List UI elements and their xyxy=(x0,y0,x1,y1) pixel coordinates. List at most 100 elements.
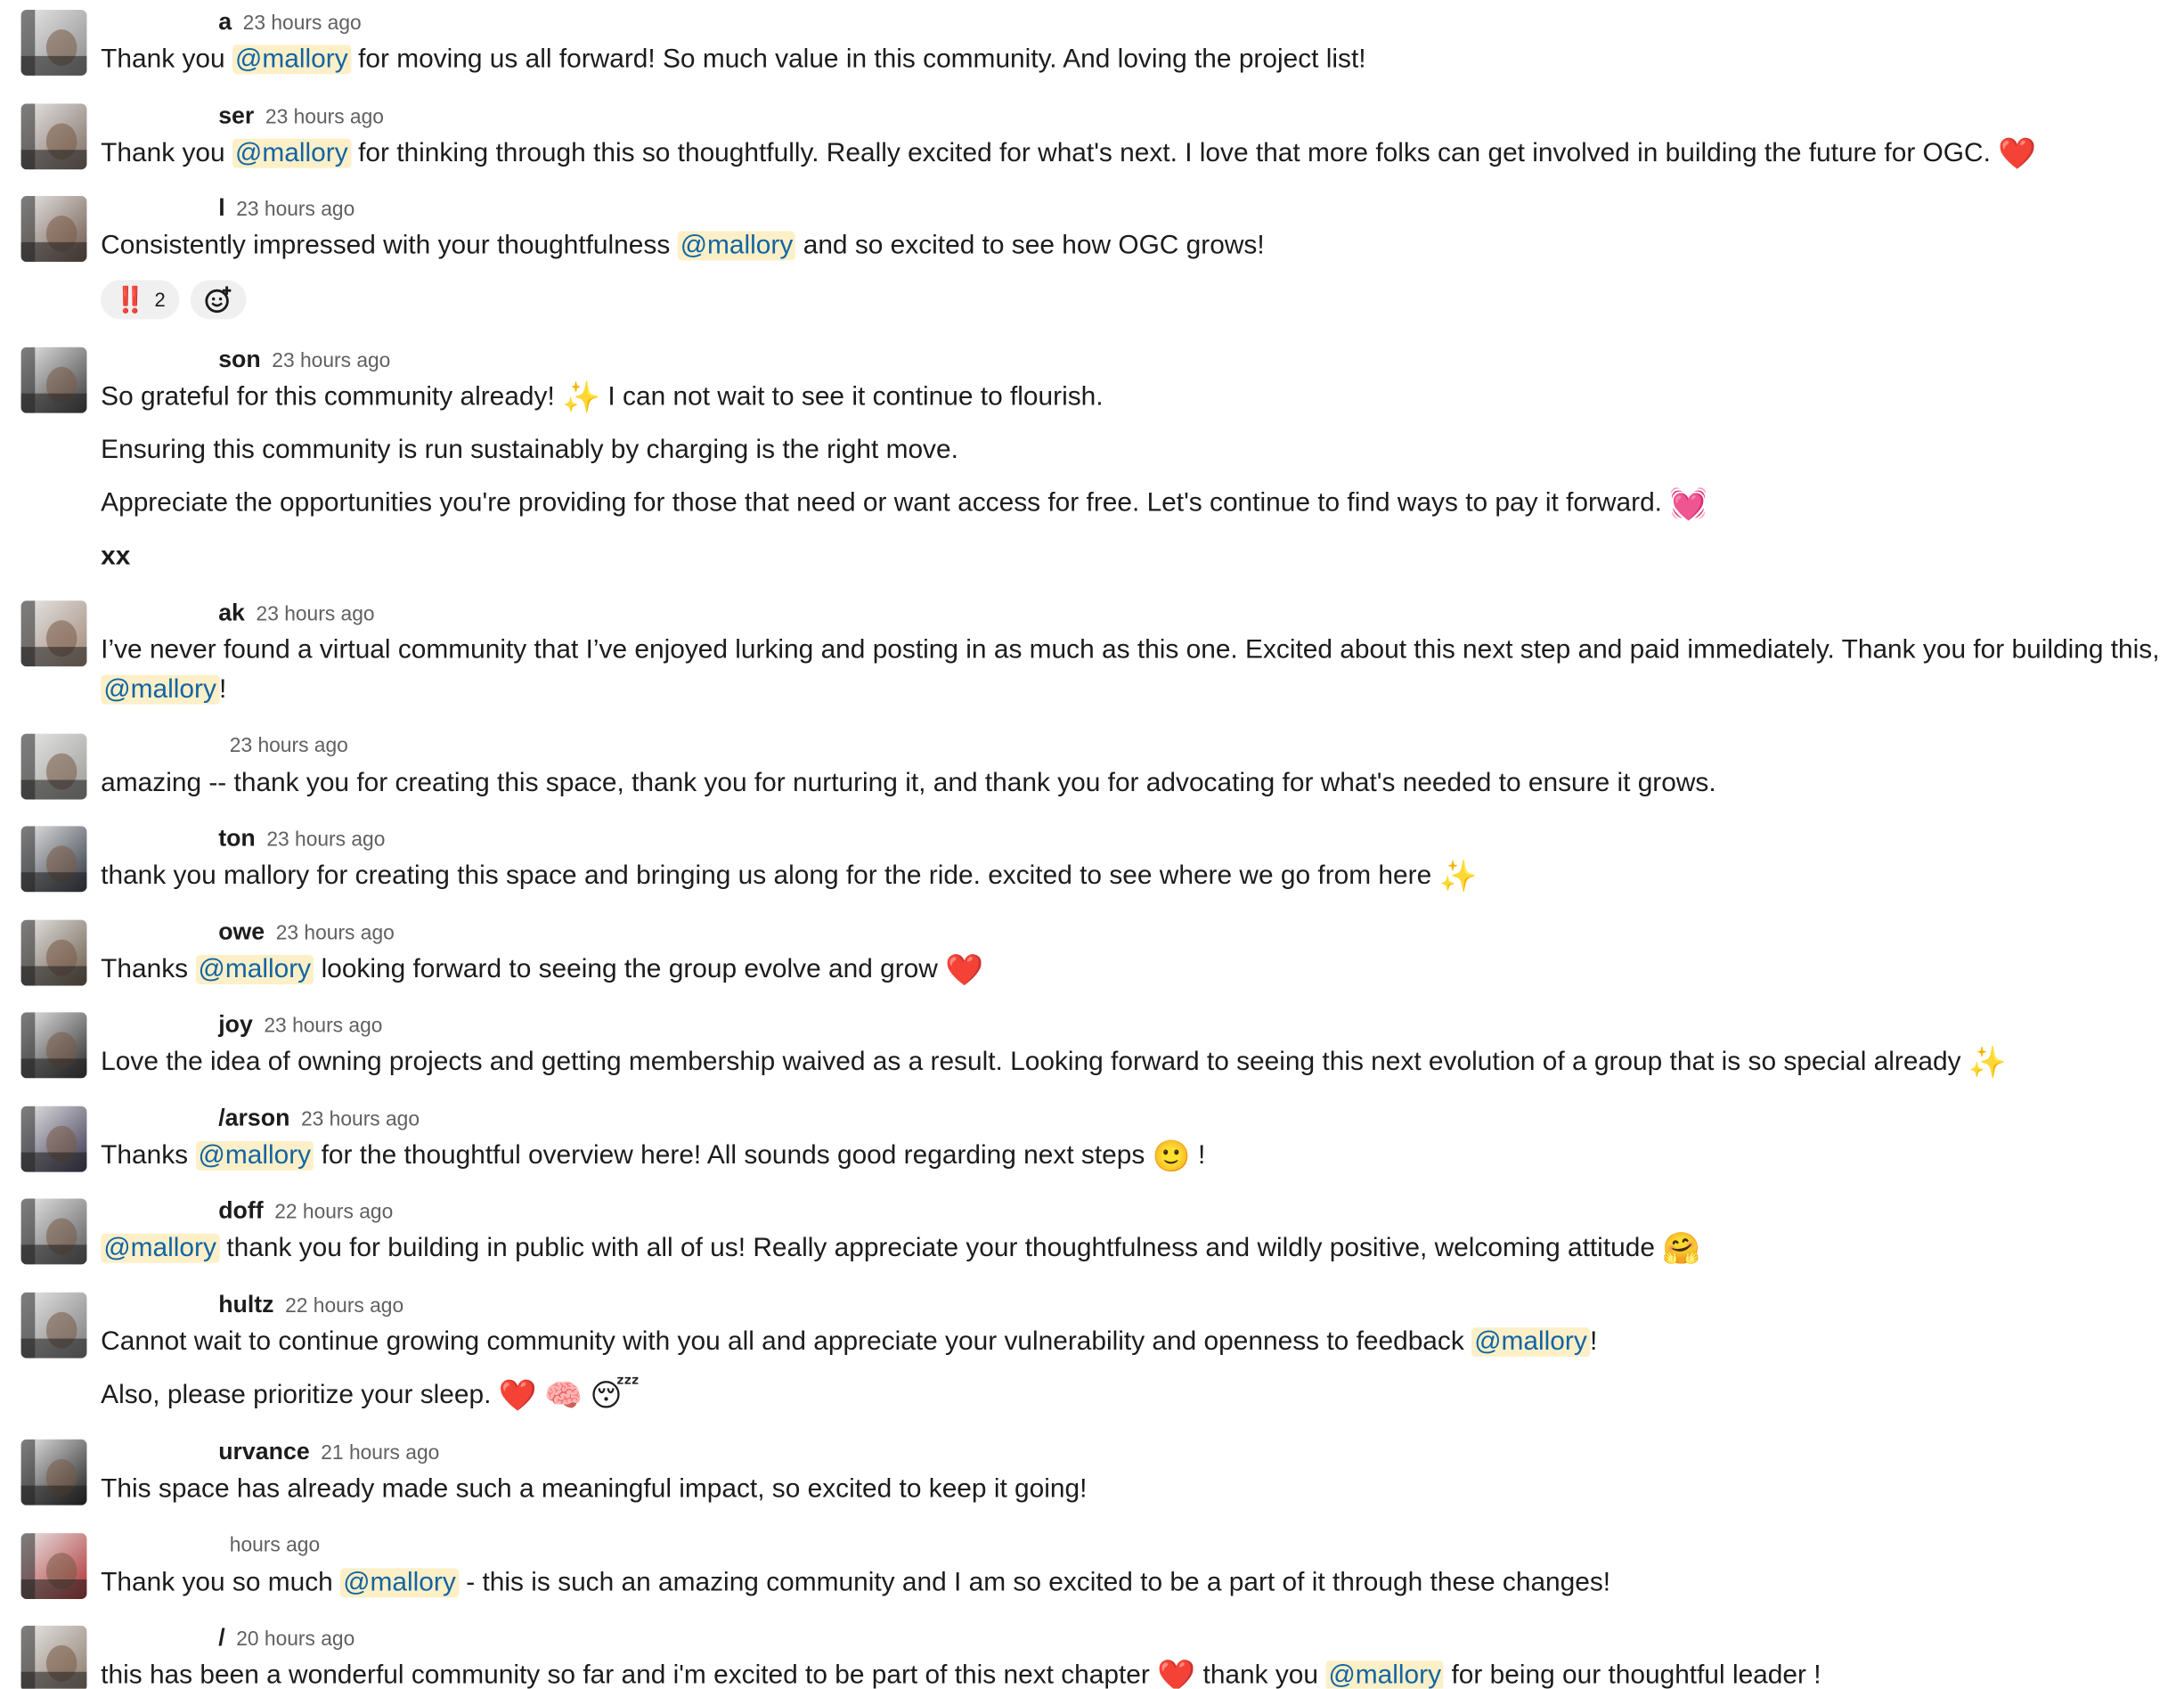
text-segment: Ensuring this community is run sustainab… xyxy=(101,435,958,465)
author-name[interactable]: urvance xyxy=(218,1434,309,1471)
message[interactable]: joy 23 hours ago Love the idea of owning p… xyxy=(0,1007,2184,1082)
author-name[interactable]: son xyxy=(218,342,261,379)
user-mention[interactable]: @mallory xyxy=(1325,1660,1445,1689)
author-name[interactable]: joy xyxy=(218,1007,253,1043)
heart-emoji: ❤️ xyxy=(498,1377,537,1413)
user-mention[interactable]: @mallory xyxy=(195,954,314,984)
message[interactable]: / 20 hours ago this has been a wonderful c… xyxy=(0,1620,2184,1689)
timestamp[interactable]: 23 hours ago xyxy=(265,100,384,136)
message[interactable]: ton 23 hours ago thank you mallory for cre… xyxy=(0,820,2184,896)
timestamp[interactable]: 23 hours ago xyxy=(266,822,385,859)
sleeping-face-emoji: 😴 xyxy=(590,1377,640,1413)
message[interactable]: /arson 23 hours ago Thanks @mallory for th… xyxy=(0,1100,2184,1176)
avatar[interactable] xyxy=(20,347,87,413)
text-segment: for being our thoughtful leader ! xyxy=(1444,1660,1821,1689)
user-mention[interactable]: @mallory xyxy=(101,674,220,705)
avatar[interactable] xyxy=(20,1625,87,1689)
avatar[interactable] xyxy=(20,196,87,262)
avatar[interactable] xyxy=(20,1106,87,1172)
message-header: doff 22 hours ago xyxy=(101,1193,2170,1229)
message-header: owe 23 hours ago xyxy=(101,914,2170,951)
avatar[interactable] xyxy=(20,733,87,800)
timestamp[interactable]: 23 hours ago xyxy=(230,728,348,764)
message[interactable]: hours ago Thank you so much @mallory - th… xyxy=(0,1528,2184,1603)
message-header: urvance 21 hours ago xyxy=(101,1434,2170,1471)
message[interactable]: doff 22 hours ago @mallory thank you for b… xyxy=(0,1193,2184,1269)
user-mention[interactable]: @mallory xyxy=(677,231,796,261)
avatar[interactable] xyxy=(20,1292,87,1359)
avatar-shade xyxy=(20,647,87,667)
user-mention[interactable]: @mallory xyxy=(195,1141,314,1171)
reaction-count: 2 xyxy=(154,288,166,311)
message-text: Ensuring this community is run sustainab… xyxy=(101,431,2170,470)
message[interactable]: 23 hours ago amazing -- thank you for cre… xyxy=(0,728,2184,804)
user-mention[interactable]: @mallory xyxy=(232,45,351,75)
text-segment: I can not wait to see it continue to flo… xyxy=(600,382,1104,412)
avatar[interactable] xyxy=(20,10,87,76)
message-header: ser 23 hours ago xyxy=(101,98,2170,135)
author-name[interactable]: /arson xyxy=(218,1100,289,1137)
timestamp[interactable]: hours ago xyxy=(230,1528,320,1564)
text-segment: and so excited to see how OGC grows! xyxy=(795,231,1265,261)
text-segment xyxy=(583,1381,590,1410)
message[interactable]: urvance 21 hours ago This space has alread… xyxy=(0,1434,2184,1510)
timestamp[interactable]: 22 hours ago xyxy=(274,1195,393,1231)
timestamp[interactable]: 23 hours ago xyxy=(243,5,362,42)
avatar[interactable] xyxy=(20,826,87,893)
avatar[interactable] xyxy=(20,1198,87,1265)
avatar[interactable] xyxy=(20,1533,87,1599)
timestamp[interactable]: 21 hours ago xyxy=(321,1435,439,1472)
timestamp[interactable]: 23 hours ago xyxy=(301,1102,420,1138)
timestamp[interactable]: 23 hours ago xyxy=(236,192,354,228)
brain-emoji: 🧠 xyxy=(544,1377,583,1413)
message[interactable]: l 23 hours ago Consistently impressed with… xyxy=(0,191,2184,322)
message[interactable]: ak 23 hours ago I’ve never found a virtual… xyxy=(0,595,2184,710)
author-name[interactable]: ak xyxy=(218,595,245,632)
slightly-smiling-emoji: 🙂 xyxy=(1152,1138,1191,1174)
author-name[interactable]: l xyxy=(218,191,224,227)
reaction-pill[interactable]: ‼️ 2 xyxy=(101,280,180,320)
message-header: ak 23 hours ago xyxy=(101,595,2170,632)
message[interactable]: hultz 22 hours ago Cannot wait to continue… xyxy=(0,1286,2184,1416)
timestamp[interactable]: 23 hours ago xyxy=(272,343,390,379)
timestamp[interactable]: 22 hours ago xyxy=(285,1288,403,1325)
message-text: xx xyxy=(101,538,2170,577)
heart-emoji: ❤️ xyxy=(1157,1658,1196,1689)
author-name[interactable]: ser xyxy=(218,98,254,135)
message-header: hours ago xyxy=(101,1528,2170,1564)
user-mention[interactable]: @mallory xyxy=(1471,1327,1590,1357)
text-segment: Consistently impressed with your thought… xyxy=(101,231,678,261)
timestamp[interactable]: 23 hours ago xyxy=(276,916,395,952)
user-mention[interactable]: @mallory xyxy=(232,138,351,168)
user-mention[interactable]: @mallory xyxy=(340,1568,459,1597)
text-segment: Thank you xyxy=(101,45,232,75)
author-name[interactable]: / xyxy=(218,1620,224,1657)
avatar[interactable] xyxy=(20,600,87,667)
author-name[interactable]: owe xyxy=(218,914,265,951)
text-segment: Thank you so much xyxy=(101,1568,341,1598)
sparkles-emoji: ✨ xyxy=(1438,858,1478,893)
message[interactable]: ser 23 hours ago Thank you @mallory for th… xyxy=(0,98,2184,174)
add-reaction-button[interactable] xyxy=(191,280,247,320)
timestamp[interactable]: 23 hours ago xyxy=(264,1008,382,1045)
message-text: Thanks @mallory for the thoughtful overv… xyxy=(101,1137,2170,1176)
text-segment: So grateful for this community already! xyxy=(101,382,563,412)
message[interactable]: son 23 hours ago So grateful for this comm… xyxy=(0,342,2184,577)
message[interactable]: a 23 hours ago Thank you @mallory for movi… xyxy=(0,4,2184,80)
timestamp[interactable]: 23 hours ago xyxy=(257,597,375,633)
message-header: / 20 hours ago xyxy=(101,1620,2170,1657)
avatar[interactable] xyxy=(20,919,87,986)
timestamp[interactable]: 20 hours ago xyxy=(236,1621,354,1658)
avatar[interactable] xyxy=(20,1439,87,1505)
avatar-shade xyxy=(20,966,87,986)
avatar[interactable] xyxy=(20,103,87,170)
author-name[interactable]: ton xyxy=(218,820,256,857)
message-text: amazing -- thank you for creating this s… xyxy=(101,764,2170,804)
double-exclamation-emoji: ‼️ xyxy=(114,284,147,314)
author-name[interactable]: doff xyxy=(218,1193,263,1229)
message[interactable]: owe 23 hours ago Thanks @mallory looking f… xyxy=(0,914,2184,990)
user-mention[interactable]: @mallory xyxy=(101,1234,220,1263)
avatar[interactable] xyxy=(20,1012,87,1079)
author-name[interactable]: hultz xyxy=(218,1286,273,1323)
author-name[interactable]: a xyxy=(218,4,232,41)
